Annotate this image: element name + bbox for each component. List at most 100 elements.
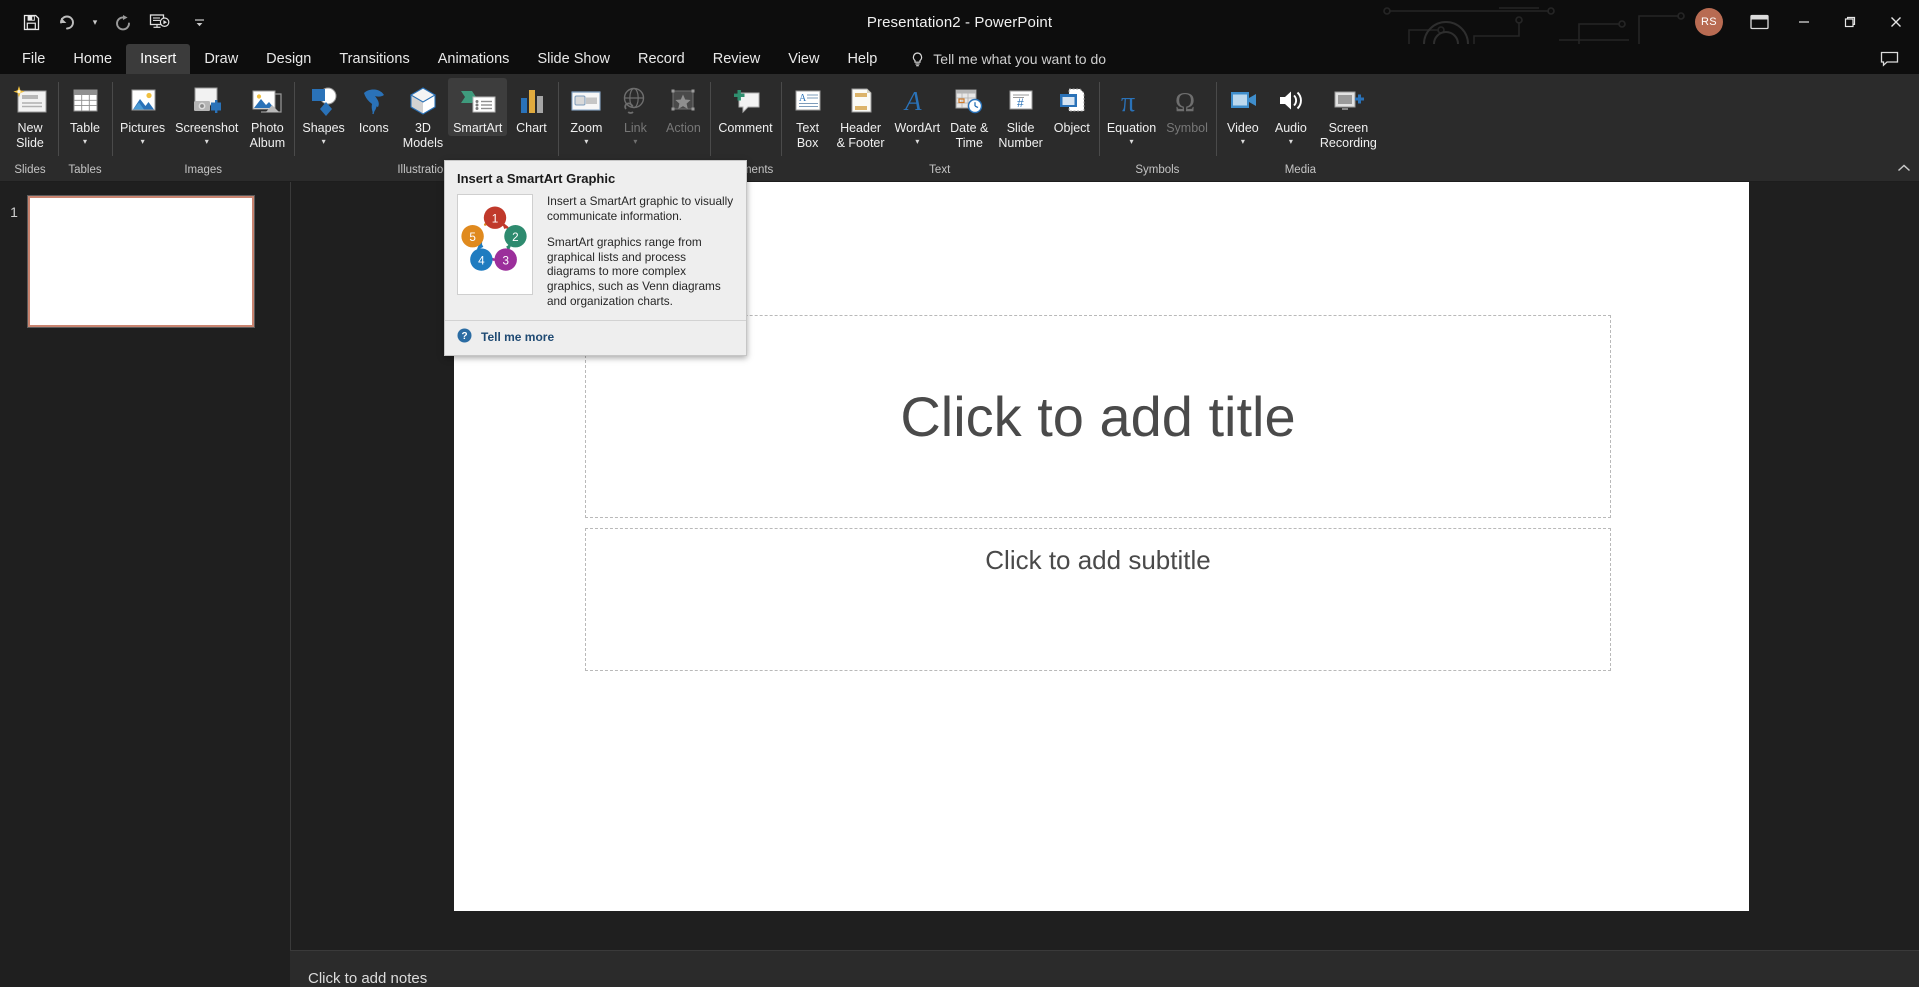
- ribbon-group-tables: Table ▾ Tables: [58, 74, 112, 182]
- restore-button[interactable]: [1827, 0, 1873, 44]
- chevron-down-icon: ▾: [633, 136, 638, 146]
- chevron-down-icon[interactable]: ▾: [915, 136, 919, 147]
- ribbon-label-pictures: Pictures: [120, 121, 166, 135]
- ribbon-button-object[interactable]: Object: [1048, 78, 1096, 136]
- ribbon-button-screen-recording[interactable]: Screen Recording: [1315, 78, 1382, 150]
- chevron-down-icon[interactable]: ▾: [141, 136, 145, 147]
- icons-icon: [356, 81, 392, 121]
- slide-thumbnail-1[interactable]: [27, 195, 255, 328]
- chevron-down-icon[interactable]: ▾: [322, 136, 326, 147]
- ribbon-button-slide-number[interactable]: # Slide Number: [993, 78, 1047, 150]
- ribbon-button-symbol: Ω Symbol: [1161, 78, 1213, 136]
- ribbon-button-chart[interactable]: Chart: [507, 78, 555, 136]
- chart-icon: [513, 81, 549, 121]
- ribbon-label-chart: Chart: [516, 121, 547, 135]
- notes-pane[interactable]: Click to add notes: [290, 950, 1919, 987]
- ribbon-group-label-tables: Tables: [68, 164, 102, 176]
- tab-slide-show[interactable]: Slide Show: [523, 44, 624, 74]
- tell-me-search[interactable]: Tell me what you want to do: [891, 44, 1118, 74]
- link-icon: [617, 81, 653, 121]
- ribbon-label-smartart: SmartArt: [453, 121, 503, 135]
- ribbon-label-audio: Audio: [1274, 121, 1307, 135]
- ribbon-button-shapes[interactable]: Shapes ▾: [297, 78, 349, 147]
- thumbnail-row: 1: [0, 195, 290, 328]
- svg-text:3: 3: [502, 254, 509, 267]
- customize-qat-icon[interactable]: [190, 6, 208, 38]
- tab-view[interactable]: View: [774, 44, 833, 74]
- ribbon-button-comment[interactable]: Comment: [713, 78, 777, 136]
- svg-text:Ω: Ω: [1175, 87, 1195, 117]
- ribbon-button-screenshot[interactable]: Screenshot ▾: [170, 78, 243, 147]
- tooltip-preview-image: 1 2 3 4 5: [457, 194, 533, 295]
- start-presentation-icon[interactable]: [142, 6, 176, 38]
- ribbon-button-smartart[interactable]: SmartArt: [448, 78, 508, 136]
- ribbon-label-shapes: Shapes: [302, 121, 345, 135]
- tab-review[interactable]: Review: [699, 44, 775, 74]
- tab-draw[interactable]: Draw: [190, 44, 252, 74]
- comments-button[interactable]: [1870, 44, 1909, 74]
- ribbon-display-options-icon[interactable]: [1737, 6, 1781, 38]
- ribbon-button-new-slide[interactable]: New Slide: [5, 78, 55, 150]
- ribbon-button-pictures[interactable]: Pictures ▾: [115, 78, 170, 147]
- chevron-down-icon[interactable]: ▾: [1241, 136, 1245, 147]
- close-button[interactable]: [1873, 0, 1919, 44]
- ribbon-group-label-text: Text: [929, 164, 951, 176]
- tab-file[interactable]: File: [8, 44, 59, 74]
- ribbon-button-3d-models[interactable]: 3D Models: [398, 78, 448, 150]
- ribbon-button-zoom[interactable]: Zoom ▾: [561, 78, 611, 147]
- ribbon-label-screenshot: Screenshot: [175, 121, 239, 135]
- undo-icon[interactable]: [50, 6, 84, 38]
- window-title: Presentation2 - PowerPoint: [866, 13, 1053, 31]
- tab-transitions[interactable]: Transitions: [325, 44, 423, 74]
- chevron-down-icon[interactable]: ▾: [83, 136, 87, 147]
- ribbon-button-wordart[interactable]: A WordArt ▾: [890, 78, 946, 147]
- tab-home[interactable]: Home: [59, 44, 126, 74]
- ribbon-button-table[interactable]: Table ▾: [61, 78, 109, 147]
- notes-placeholder: Click to add notes: [308, 969, 428, 987]
- tab-help[interactable]: Help: [833, 44, 891, 74]
- tab-insert[interactable]: Insert: [126, 44, 191, 74]
- save-icon[interactable]: [14, 6, 48, 38]
- ribbon-label-comment: Comment: [718, 121, 773, 135]
- video-icon: [1225, 81, 1261, 121]
- ribbon-button-header-footer[interactable]: Header & Footer: [832, 78, 890, 150]
- redo-icon[interactable]: [106, 6, 140, 38]
- subtitle-placeholder[interactable]: Click to add subtitle: [585, 528, 1611, 671]
- minimize-button[interactable]: [1781, 0, 1827, 44]
- tab-record[interactable]: Record: [624, 44, 699, 74]
- tooltip-body: 1 2 3 4 5 Insert a SmartArt graphic to v…: [445, 190, 746, 320]
- ribbon-button-photo-album[interactable]: Photo Album: [243, 78, 291, 150]
- tooltip-paragraph-1: Insert a SmartArt graphic to visually co…: [547, 194, 734, 223]
- ribbon-tab-strip: File Home Insert Draw Design Transitions…: [0, 44, 1919, 74]
- chevron-down-icon[interactable]: ▾: [584, 136, 588, 147]
- tell-me-more-link[interactable]: Tell me more: [481, 330, 554, 344]
- window-title-container: Presentation2 - PowerPoint: [0, 0, 1919, 44]
- ribbon-button-equation[interactable]: π Equation ▾: [1102, 78, 1161, 147]
- chevron-down-icon[interactable]: ▾: [205, 136, 209, 147]
- ribbon-label-screen-recording: Screen Recording: [1319, 121, 1377, 150]
- svg-text:#: #: [1017, 96, 1024, 110]
- svg-text:1: 1: [492, 213, 499, 226]
- ribbon-button-icons[interactable]: Icons: [350, 78, 398, 136]
- svg-text:2: 2: [512, 231, 519, 244]
- screenshot-icon: [186, 81, 228, 121]
- ribbon-button-audio[interactable]: Audio ▾: [1267, 78, 1315, 147]
- svg-text:5: 5: [469, 231, 476, 244]
- collapse-ribbon-icon[interactable]: [1897, 164, 1911, 177]
- smartart-tooltip: Insert a SmartArt Graphic 1 2 3 4 5 Inse…: [444, 160, 747, 357]
- tooltip-text: Insert a SmartArt graphic to visually co…: [547, 194, 734, 308]
- tab-design[interactable]: Design: [252, 44, 325, 74]
- chevron-down-icon[interactable]: ▾: [1289, 136, 1293, 147]
- avatar[interactable]: RS: [1695, 8, 1723, 36]
- tooltip-footer: ? Tell me more: [445, 320, 746, 356]
- ribbon-button-text-box[interactable]: A Text Box: [784, 78, 832, 150]
- symbol-icon: Ω: [1170, 81, 1204, 121]
- undo-dropdown-icon[interactable]: ▾: [86, 6, 104, 38]
- chevron-down-icon[interactable]: ▾: [1130, 136, 1134, 147]
- ribbon-button-date-time[interactable]: Date & Time: [945, 78, 993, 150]
- ribbon-label-video: Video: [1227, 121, 1259, 135]
- tab-animations[interactable]: Animations: [424, 44, 524, 74]
- screen-recording-icon: [1329, 81, 1367, 121]
- shapes-icon: [305, 81, 343, 121]
- ribbon-button-video[interactable]: Video ▾: [1219, 78, 1267, 147]
